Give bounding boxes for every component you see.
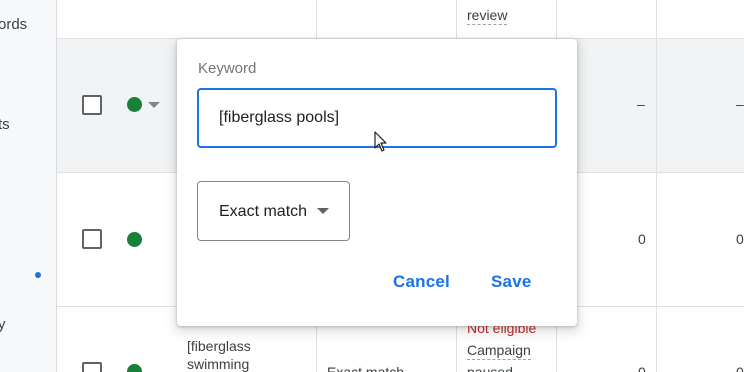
status-text: paused (467, 364, 513, 372)
cell-value: 0 (638, 231, 646, 247)
sidebar-new-indicator (35, 272, 41, 278)
left-sidebar: ords ts y (0, 0, 57, 372)
chevron-down-icon (317, 208, 329, 214)
cell-value: 0 (736, 231, 744, 247)
row-checkbox[interactable] (82, 229, 102, 249)
cell-value: 0 (736, 364, 744, 372)
edit-keyword-popup: Keyword Exact match Cancel Save (177, 39, 577, 326)
sidebar-item-y[interactable]: y (0, 316, 6, 333)
sidebar-item-ts[interactable]: ts (0, 116, 10, 133)
mouse-pointer-icon (374, 131, 387, 152)
status-dot-icon[interactable] (127, 97, 142, 112)
status-dot-icon[interactable] (127, 232, 142, 247)
status-dot-icon[interactable] (127, 364, 142, 372)
cell-value: – (637, 96, 645, 112)
save-button[interactable]: Save (491, 272, 532, 292)
match-type-select[interactable]: Exact match (197, 181, 350, 241)
cancel-button[interactable]: Cancel (393, 272, 450, 292)
status-text: Campaign (467, 342, 531, 360)
keyword-text[interactable]: [fiberglass (187, 338, 251, 354)
keyword-text[interactable]: swimming (187, 356, 249, 372)
keyword-field-label: Keyword (198, 60, 257, 77)
status-text: review (467, 7, 508, 25)
status-dropdown-caret-icon[interactable] (148, 102, 160, 108)
row-checkbox[interactable] (82, 362, 102, 372)
match-type-text: Exact match (327, 364, 405, 372)
match-type-selected-value: Exact match (219, 203, 308, 220)
row-checkbox[interactable] (82, 95, 102, 115)
cell-value: – (736, 96, 744, 112)
sidebar-item-keywords[interactable]: ords (0, 16, 27, 33)
cell-value: 0 (638, 364, 646, 372)
col-divider (656, 0, 657, 372)
